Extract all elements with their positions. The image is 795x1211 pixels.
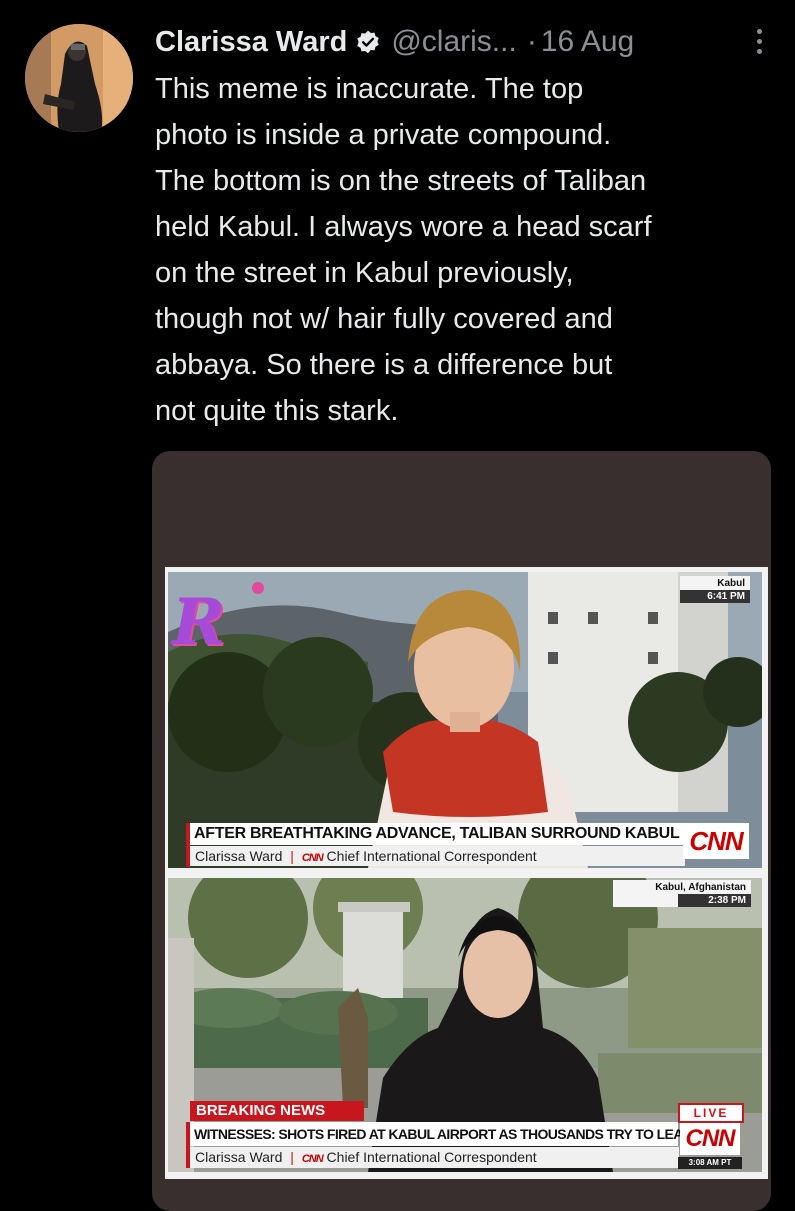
- separator-dot: ·: [526, 25, 537, 58]
- tweet-text: This meme is inaccurate. The top photo i…: [155, 66, 785, 434]
- reporter-line: Clarissa Ward | CNN Chief International …: [190, 1147, 679, 1168]
- tweet-text-line: The bottom is on the streets of Taliban: [155, 165, 647, 197]
- avatar-image: [25, 24, 133, 132]
- more-options-icon[interactable]: [749, 24, 769, 60]
- author-handle[interactable]: @claris...: [391, 25, 516, 59]
- location-time: 6:41 PM: [680, 590, 750, 603]
- network-logo: CNN: [689, 825, 743, 856]
- watermark-accent-icon: [252, 582, 264, 594]
- live-badge: LIVE: [678, 1103, 744, 1123]
- reporter-title: Chief International Correspondent: [326, 1149, 537, 1165]
- location-time: 2:38 PM: [678, 894, 751, 907]
- headline-ticker: WITNESSES: SHOTS FIRED AT KABUL AIRPORT …: [190, 1122, 700, 1146]
- tweet-text-line: on the street in Kabul previously,: [155, 257, 574, 289]
- watermark-logo: R: [172, 585, 226, 660]
- logo-time: 3:08 AM PT: [678, 1157, 742, 1169]
- headline-text: AFTER BREATHTAKING ADVANCE, TALIBAN SURR…: [194, 825, 680, 842]
- live-label: LIVE: [693, 1106, 729, 1120]
- tweet-header: Clarissa Ward @claris... · 16 Aug: [155, 20, 775, 64]
- author-name[interactable]: Clarissa Ward: [155, 26, 347, 59]
- tweet-text-line: photo is inside a private compound.: [155, 119, 612, 151]
- location-name: Kabul, Afghanistan: [655, 882, 746, 893]
- network-small: CNN: [301, 852, 324, 864]
- network-logo-box: CNN: [683, 823, 749, 859]
- reporter-name: Clarissa Ward: [195, 1149, 283, 1165]
- tweet-text-line: held Kabul. I always wore a head scarf: [155, 211, 652, 243]
- headline-ticker: AFTER BREATHTAKING ADVANCE, TALIBAN SURR…: [190, 823, 684, 845]
- tweet-timestamp[interactable]: 16 Aug: [541, 25, 634, 59]
- reporter-title: Chief International Correspondent: [326, 848, 537, 864]
- reporter-line: Clarissa Ward | CNN Chief International …: [190, 846, 685, 866]
- tweet-text-line: though not w/ hair fully covered and: [155, 303, 613, 335]
- breaking-news-banner: BREAKING NEWS: [190, 1101, 364, 1121]
- network-small: CNN: [301, 1153, 324, 1165]
- location-tag: Kabul 6:41 PM: [680, 576, 750, 603]
- verified-badge-icon: [355, 29, 381, 55]
- author-avatar[interactable]: [25, 24, 133, 132]
- tweet-text-line: This meme is inaccurate. The top: [155, 73, 584, 105]
- location-tag: Kabul, Afghanistan 2:38 PM: [613, 880, 751, 907]
- tweet-text-line: not quite this stark.: [155, 395, 399, 427]
- reporter-name: Clarissa Ward: [195, 848, 283, 864]
- breaking-label: BREAKING NEWS: [196, 1102, 326, 1119]
- network-logo-box: CNN: [680, 1123, 740, 1155]
- tweet-text-line: abbaya. So there is a difference but: [155, 349, 613, 381]
- headline-text: WITNESSES: SHOTS FIRED AT KABUL AIRPORT …: [194, 1126, 700, 1142]
- network-logo: CNN: [685, 1125, 736, 1152]
- location-name: Kabul: [717, 578, 745, 589]
